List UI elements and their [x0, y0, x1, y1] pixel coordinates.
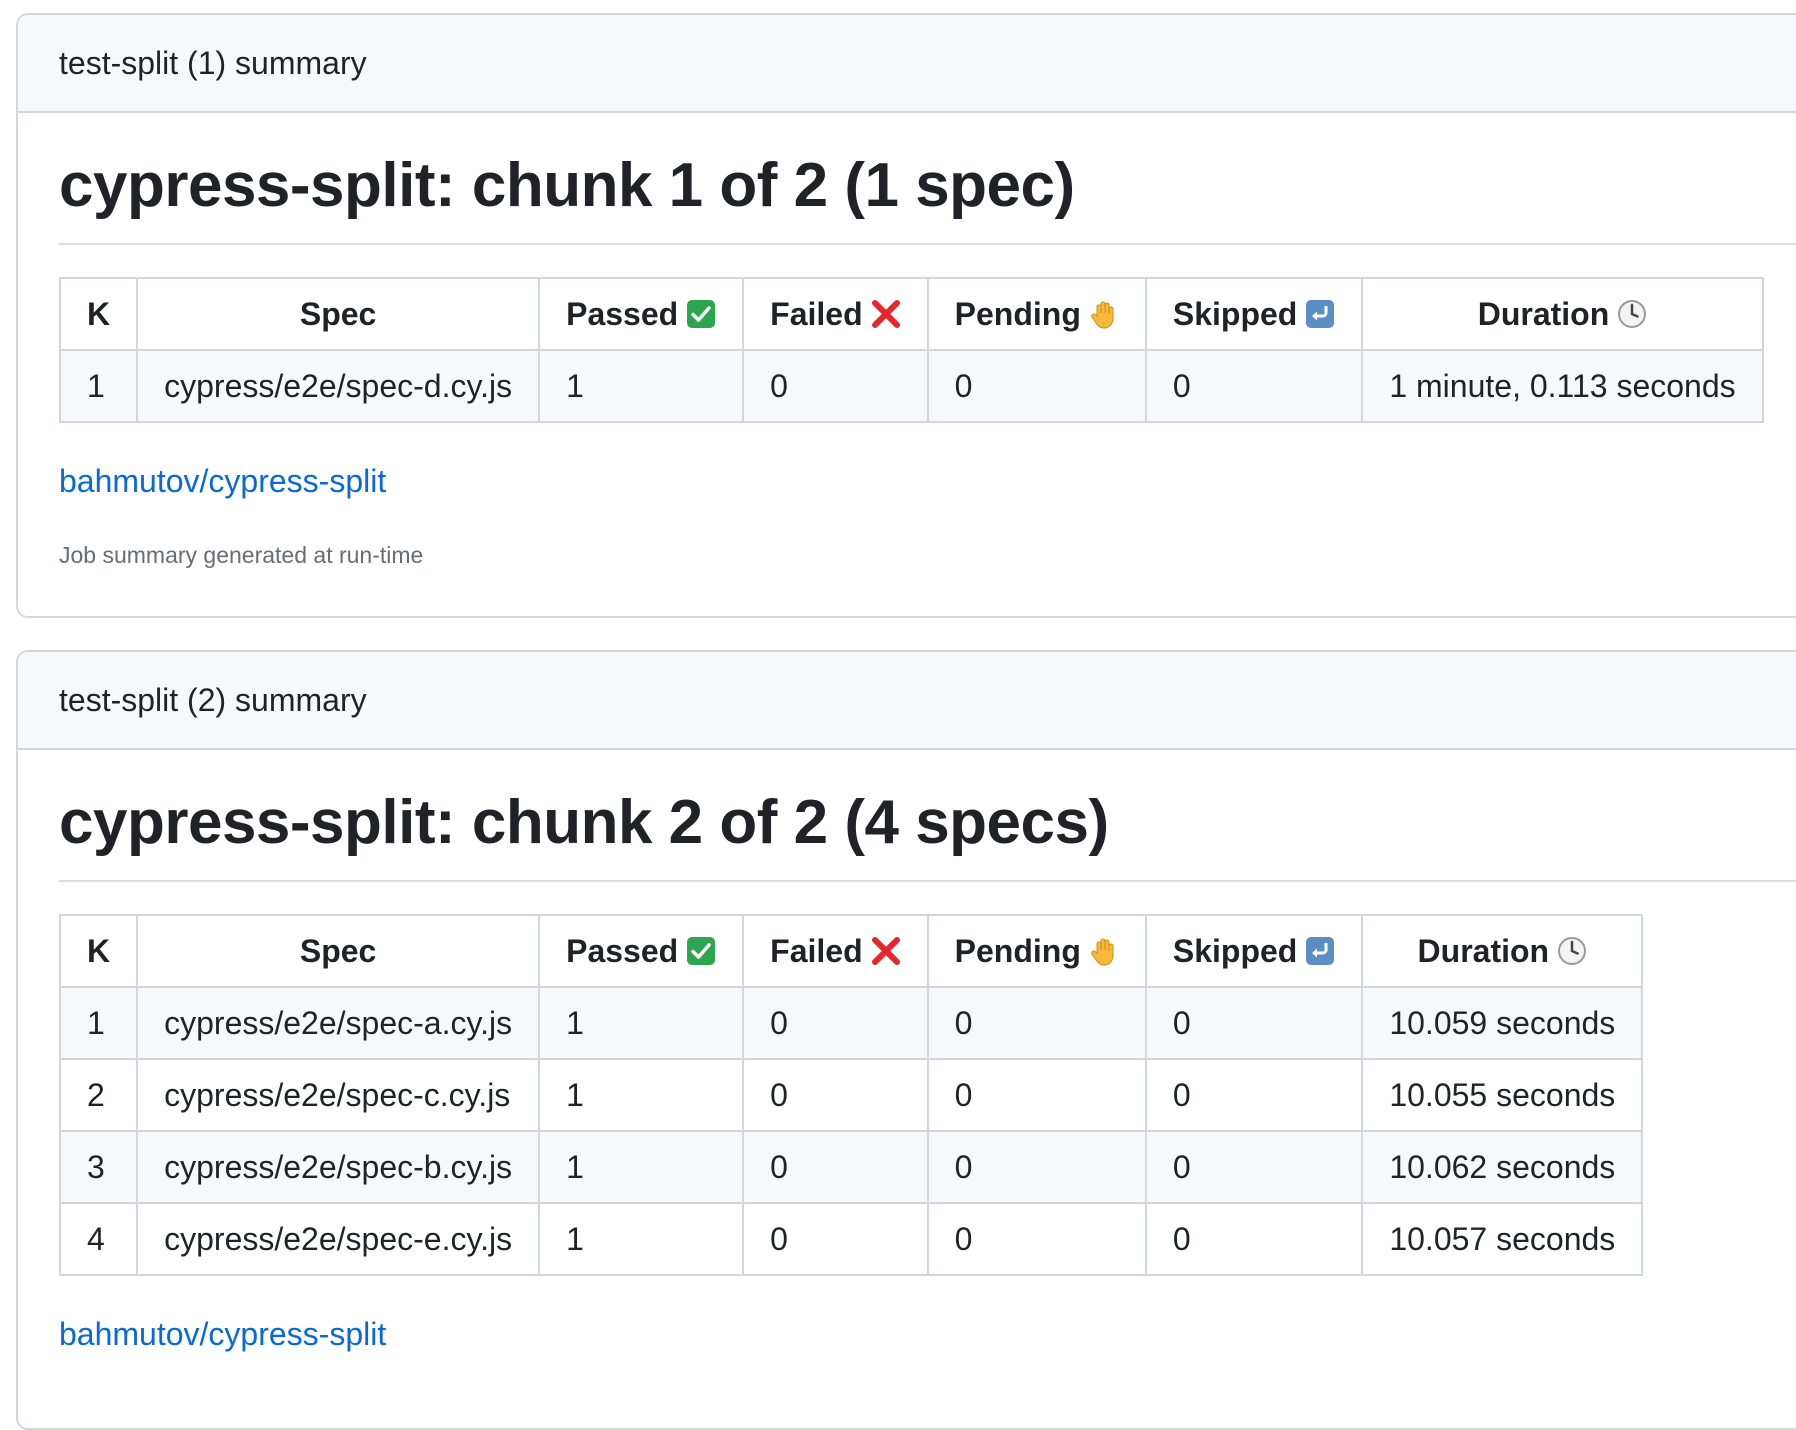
cell-pending: 0: [926, 1202, 1147, 1277]
cell-spec: cypress/e2e/spec-c.cy.js: [136, 1058, 541, 1133]
column-header-duration: Duration: [1361, 914, 1644, 989]
column-header-k: K: [58, 914, 139, 989]
raised-hand-icon: [1089, 299, 1119, 329]
cell-duration: 1 minute, 0.113 seconds: [1361, 349, 1764, 424]
summary-body: cypress-split: chunk 2 of 2 (4 specs) K …: [18, 750, 1796, 1353]
summary-header-title: test-split (2) summary: [59, 681, 367, 718]
column-header-k: K: [58, 277, 139, 352]
job-summary-footnote: Job summary generated at run-time: [59, 542, 424, 569]
cell-passed: 1: [538, 1130, 745, 1205]
cell-skipped: 0: [1144, 1130, 1364, 1205]
cell-pending: 0: [926, 1130, 1147, 1205]
cell-duration: 10.062 seconds: [1361, 1130, 1644, 1205]
column-header-spec: Spec: [136, 277, 541, 352]
chunk-title: cypress-split: chunk 1 of 2 (1 spec): [59, 149, 1796, 246]
results-table: K Spec Passed Failed Pending Skipped Dur…: [58, 914, 1644, 1277]
cell-k: 1: [58, 349, 139, 424]
job-summary-card-1: test-split (1) summary cypress-split: ch…: [16, 13, 1796, 618]
cell-skipped: 0: [1144, 349, 1364, 424]
cell-duration: 10.059 seconds: [1361, 986, 1644, 1061]
cell-passed: 1: [538, 1058, 745, 1133]
summary-body: cypress-split: chunk 1 of 2 (1 spec) K S…: [18, 113, 1796, 569]
cell-failed: 0: [742, 986, 929, 1061]
column-header-skipped: Skipped: [1144, 914, 1364, 989]
column-header-pending: Pending: [926, 277, 1147, 352]
cell-duration: 10.055 seconds: [1361, 1058, 1644, 1133]
column-header-failed: Failed: [742, 277, 929, 352]
cell-skipped: 0: [1144, 1058, 1364, 1133]
table-row: 3 cypress/e2e/spec-b.cy.js 1 0 0 0 10.06…: [58, 1130, 1644, 1205]
clock-icon: [1617, 299, 1647, 329]
summary-header: test-split (2) summary: [18, 652, 1796, 750]
column-header-duration: Duration: [1361, 277, 1764, 352]
table-row: 1 cypress/e2e/spec-a.cy.js 1 0 0 0 10.05…: [58, 986, 1644, 1061]
cell-failed: 0: [742, 349, 929, 424]
repo-link[interactable]: bahmutov/cypress-split: [59, 463, 386, 500]
cell-failed: 0: [742, 1202, 929, 1277]
column-header-passed: Passed: [538, 277, 745, 352]
results-table: K Spec Passed Failed Pending Skipped Dur…: [58, 277, 1764, 424]
cell-passed: 1: [538, 986, 745, 1061]
table-row: 2 cypress/e2e/spec-c.cy.js 1 0 0 0 10.05…: [58, 1058, 1644, 1133]
check-mark-button-icon: [686, 299, 716, 329]
summary-header-title: test-split (1) summary: [59, 44, 367, 81]
cell-k: 2: [58, 1058, 139, 1133]
column-header-pending: Pending: [926, 914, 1147, 989]
repo-link[interactable]: bahmutov/cypress-split: [59, 1316, 386, 1353]
check-mark-button-icon: [686, 936, 716, 966]
cell-k: 3: [58, 1130, 139, 1205]
cell-pending: 0: [926, 1058, 1147, 1133]
cell-skipped: 0: [1144, 1202, 1364, 1277]
column-header-failed: Failed: [742, 914, 929, 989]
column-header-spec: Spec: [136, 914, 541, 989]
cell-passed: 1: [538, 1202, 745, 1277]
cell-pending: 0: [926, 349, 1147, 424]
cell-spec: cypress/e2e/spec-e.cy.js: [136, 1202, 541, 1277]
table-row: 1 cypress/e2e/spec-d.cy.js 1 0 0 0 1 min…: [58, 349, 1764, 424]
table-header-row: K Spec Passed Failed Pending Skipped Dur…: [58, 914, 1644, 989]
cell-spec: cypress/e2e/spec-b.cy.js: [136, 1130, 541, 1205]
table-row: 4 cypress/e2e/spec-e.cy.js 1 0 0 0 10.05…: [58, 1202, 1644, 1277]
cross-mark-icon: [871, 936, 901, 966]
column-header-passed: Passed: [538, 914, 745, 989]
column-header-skipped: Skipped: [1144, 277, 1364, 352]
cell-pending: 0: [926, 986, 1147, 1061]
table-header-row: K Spec Passed Failed Pending Skipped Dur…: [58, 277, 1764, 352]
cell-failed: 0: [742, 1130, 929, 1205]
cell-k: 4: [58, 1202, 139, 1277]
chunk-title: cypress-split: chunk 2 of 2 (4 specs): [59, 786, 1796, 883]
cell-spec: cypress/e2e/spec-d.cy.js: [136, 349, 541, 424]
clock-icon: [1557, 936, 1587, 966]
cell-duration: 10.057 seconds: [1361, 1202, 1644, 1277]
cell-skipped: 0: [1144, 986, 1364, 1061]
cell-spec: cypress/e2e/spec-a.cy.js: [136, 986, 541, 1061]
raised-hand-icon: [1089, 936, 1119, 966]
cross-mark-icon: [871, 299, 901, 329]
cell-passed: 1: [538, 349, 745, 424]
return-arrow-icon: [1305, 936, 1335, 966]
cell-k: 1: [58, 986, 139, 1061]
cell-failed: 0: [742, 1058, 929, 1133]
job-summary-card-2: test-split (2) summary cypress-split: ch…: [16, 650, 1796, 1430]
return-arrow-icon: [1305, 299, 1335, 329]
summary-header: test-split (1) summary: [18, 15, 1796, 113]
